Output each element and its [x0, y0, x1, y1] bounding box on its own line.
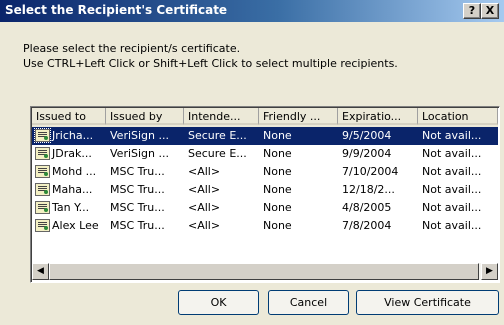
column-header-location[interactable]: Location: [418, 108, 498, 125]
column-header-issued-to[interactable]: Issued to: [32, 108, 106, 125]
cell-friendly-name: None: [263, 219, 292, 232]
cell-issued-to: Tan Y...: [52, 201, 90, 214]
cell-issued-to: Jricha...: [52, 129, 94, 142]
cell-issued-by: VeriSign ...: [110, 147, 169, 160]
certificate-row[interactable]: Alex Lee MSC Tru... <All> None 7/8/2004 Not a…: [32, 217, 498, 235]
cell-expiration-date: 12/18/2...: [342, 183, 395, 196]
cell-location: Not avail...: [422, 165, 482, 178]
certificate-row[interactable]: Maha... MSC Tru... <All> None 12/18/2... Not …: [32, 181, 498, 199]
cell-issued-by: MSC Tru...: [110, 219, 165, 232]
select-certificate-dialog: Select the Recipient's Certificate ? X P…: [0, 0, 504, 325]
cell-location: Not avail...: [422, 219, 482, 232]
title-bar[interactable]: Select the Recipient's Certificate ? X: [0, 0, 504, 22]
cell-location: Not avail...: [422, 201, 482, 214]
scroll-right-icon[interactable]: ▶: [481, 263, 498, 280]
certificate-list[interactable]: Issued to Issued by Intende... Friendly ...…: [30, 106, 500, 283]
cell-issued-to: JDrak...: [52, 147, 92, 160]
cell-friendly-name: None: [263, 129, 292, 142]
cell-location: Not avail...: [422, 129, 482, 142]
help-button[interactable]: ?: [463, 3, 481, 19]
scroll-thumb[interactable]: [49, 263, 479, 280]
cell-expiration-date: 4/8/2005: [342, 201, 392, 214]
column-header-friendly-name[interactable]: Friendly ...: [259, 108, 338, 125]
column-header-expiration-date[interactable]: Expiratio...: [338, 108, 418, 125]
cell-expiration-date: 7/8/2004: [342, 219, 392, 232]
cell-issued-to: Maha...: [52, 183, 93, 196]
column-header-row: Issued to Issued by Intende... Friendly ...…: [32, 108, 498, 127]
cell-issued-by: MSC Tru...: [110, 201, 165, 214]
cell-intended-purposes: <All>: [188, 165, 221, 178]
cell-expiration-date: 7/10/2004: [342, 165, 399, 178]
cell-location: Not avail...: [422, 183, 482, 196]
cell-friendly-name: None: [263, 201, 292, 214]
certificate-row[interactable]: Jricha... VeriSign ... Secure E... None 9/5/…: [32, 127, 498, 145]
cell-issued-to: Alex Lee: [52, 219, 99, 232]
cell-issued-by: VeriSign ...: [110, 129, 169, 142]
horizontal-scrollbar[interactable]: ◀ ▶: [32, 263, 498, 280]
cell-intended-purposes: Secure E...: [188, 129, 247, 142]
close-button[interactable]: X: [481, 3, 499, 19]
cell-intended-purposes: Secure E...: [188, 147, 247, 160]
cancel-button[interactable]: Cancel: [268, 290, 349, 315]
cell-issued-by: MSC Tru...: [110, 165, 165, 178]
certificate-row[interactable]: Tan Y... MSC Tru... <All> None 4/8/2005 Not a…: [32, 199, 498, 217]
scroll-left-icon[interactable]: ◀: [32, 263, 49, 280]
cell-issued-by: MSC Tru...: [110, 183, 165, 196]
cell-intended-purposes: <All>: [188, 219, 221, 232]
cell-expiration-date: 9/9/2004: [342, 147, 392, 160]
cell-expiration-date: 9/5/2004: [342, 129, 392, 142]
certificate-row[interactable]: Mohd ... MSC Tru... <All> None 7/10/2004 Not …: [32, 163, 498, 181]
cell-intended-purposes: <All>: [188, 183, 221, 196]
cell-friendly-name: None: [263, 183, 292, 196]
cell-friendly-name: None: [263, 165, 292, 178]
view-certificate-button[interactable]: View Certificate: [356, 290, 499, 315]
cell-location: Not avail...: [422, 147, 482, 160]
instruction-line-2: Use CTRL+Left Click or Shift+Left Click …: [23, 57, 398, 70]
column-header-issued-by[interactable]: Issued by: [106, 108, 184, 125]
ok-button[interactable]: OK: [178, 290, 259, 315]
certificate-row[interactable]: JDrak... VeriSign ... Secure E... None 9/9/2…: [32, 145, 498, 163]
cell-intended-purposes: <All>: [188, 201, 221, 214]
instruction-line-1: Please select the recipient/s certificat…: [23, 42, 241, 55]
cell-issued-to: Mohd ...: [52, 165, 97, 178]
dialog-title: Select the Recipient's Certificate: [5, 3, 228, 17]
column-header-intended-purposes[interactable]: Intende...: [184, 108, 259, 125]
cell-friendly-name: None: [263, 147, 292, 160]
